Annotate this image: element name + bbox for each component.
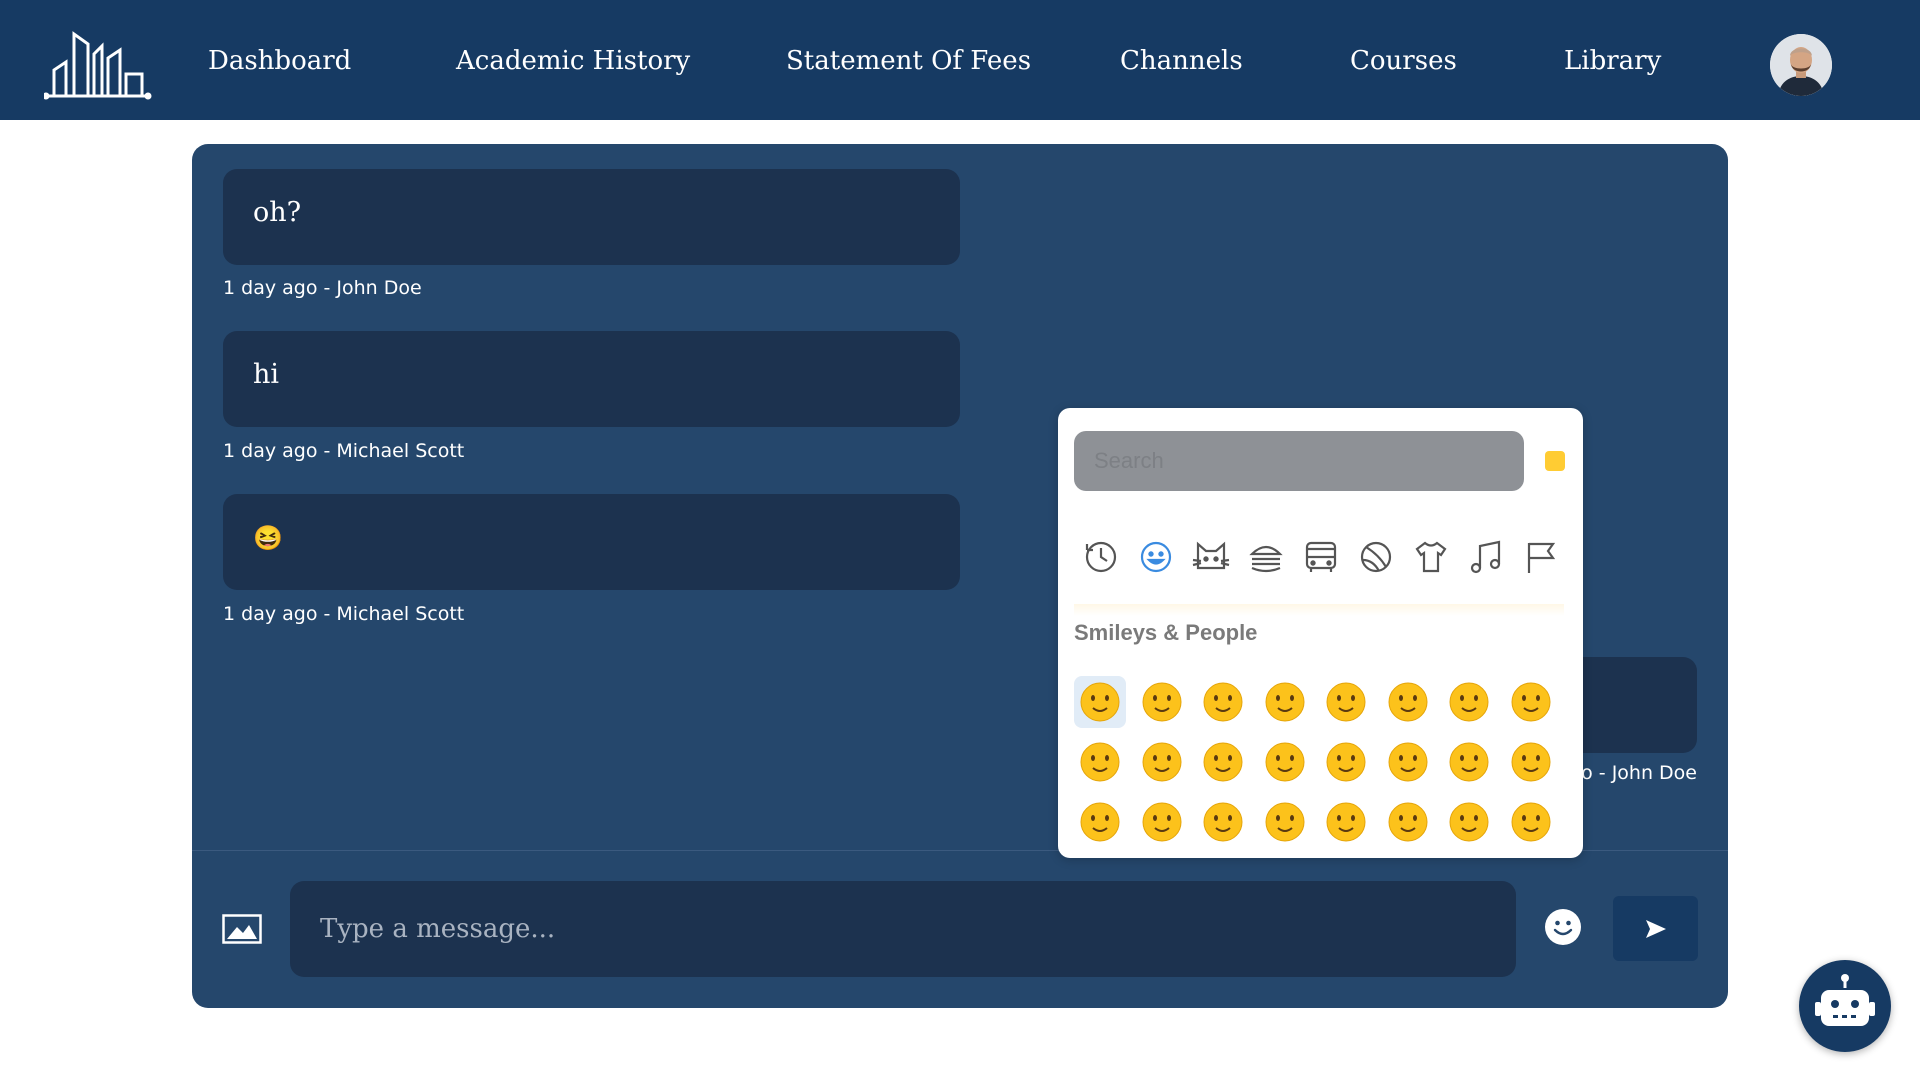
shirt-icon[interactable] (1412, 538, 1450, 576)
top-navbar: Dashboard Academic History Statement Of … (0, 0, 1920, 120)
message-meta: 1 day ago - Michael Scott (223, 440, 465, 462)
emoji-winking-tongue[interactable] (1136, 736, 1188, 788)
emoji-kissing-smiling-eyes[interactable] (1382, 676, 1434, 728)
money-mouth-icon (1326, 742, 1366, 782)
emoji-kissing-closed-eyes[interactable] (1320, 676, 1372, 728)
saluting-icon (1265, 802, 1304, 842)
message-input[interactable] (290, 881, 1516, 977)
emoji-picker: Smileys & People (1058, 408, 1583, 858)
yum-icon (1511, 682, 1550, 722)
neutral-icon (1449, 802, 1489, 842)
skin-tone-selector[interactable] (1545, 451, 1565, 471)
nav-channels[interactable]: Channels (1120, 46, 1243, 76)
message-text: oh? (253, 197, 302, 228)
raised-eyebrow-icon (1388, 802, 1427, 842)
emoji-neutral[interactable] (1443, 796, 1495, 848)
nav-courses[interactable]: Courses (1350, 46, 1457, 76)
music-note-icon[interactable] (1467, 538, 1505, 576)
emoji-shushing[interactable] (1136, 796, 1188, 848)
emoji-hand-over-mouth-open[interactable] (1505, 736, 1557, 788)
squinting-tongue-icon (1265, 742, 1304, 782)
clock-icon[interactable] (1082, 538, 1120, 576)
kissing-heart-icon (1142, 682, 1181, 722)
message-meta: 1 day ago - John Doe (223, 277, 422, 299)
emoji-zipper-mouth[interactable] (1320, 796, 1372, 848)
message-bubble: 😆 (223, 494, 960, 590)
nav-academic-history[interactable]: Academic History (456, 46, 690, 76)
hand-over-mouth-open-icon (1511, 742, 1550, 782)
tongue-out-icon (1080, 742, 1120, 782)
shushing-icon (1142, 802, 1181, 842)
smiling-blush-icon (1265, 682, 1304, 722)
scroll-fade (1074, 604, 1564, 616)
emoji-raised-eyebrow[interactable] (1382, 796, 1434, 848)
bus-icon[interactable] (1302, 538, 1340, 576)
send-icon (1645, 919, 1666, 938)
user-avatar[interactable] (1770, 34, 1832, 96)
expressionless-icon (1511, 802, 1550, 842)
message-bubble: oh? (223, 169, 960, 265)
hand-over-mouth-icon (1449, 742, 1489, 782)
emoji-thinking[interactable] (1197, 796, 1249, 848)
nav-library[interactable]: Library (1564, 46, 1661, 76)
emoji-saluting[interactable] (1259, 796, 1311, 848)
message-bubble: hi (223, 331, 960, 427)
emoji-peeking[interactable] (1074, 796, 1126, 848)
emoji-money-mouth[interactable] (1320, 736, 1372, 788)
image-icon[interactable] (222, 914, 262, 944)
smiley-icon[interactable] (1544, 908, 1582, 946)
emoji-squinting-tongue[interactable] (1259, 736, 1311, 788)
emoji-smiling-blush[interactable] (1259, 676, 1311, 728)
cat-face-icon[interactable] (1192, 538, 1230, 576)
emoji-expressionless[interactable] (1505, 796, 1557, 848)
emoji-zany[interactable] (1197, 736, 1249, 788)
emoji-search-input[interactable] (1074, 431, 1524, 491)
emoji-tongue-out[interactable] (1074, 736, 1126, 788)
emoji-kissing[interactable] (1197, 676, 1249, 728)
hugging-icon (1388, 742, 1427, 782)
kissing-icon (1203, 682, 1243, 722)
star-struck-icon (1080, 682, 1120, 722)
emoji-smiling-tear[interactable] (1443, 676, 1495, 728)
message-text: hi (253, 359, 280, 390)
message-meta: 1 day ago - Michael Scott (223, 603, 465, 625)
burger-icon[interactable] (1247, 538, 1285, 576)
winking-tongue-icon (1142, 742, 1181, 782)
send-button[interactable] (1613, 896, 1698, 961)
kissing-closed-eyes-icon (1326, 682, 1366, 722)
robot-icon[interactable] (1799, 960, 1891, 1052)
peeking-icon (1080, 802, 1120, 842)
ball-icon[interactable] (1357, 538, 1395, 576)
nav-dashboard[interactable]: Dashboard (208, 46, 351, 76)
message-emoji: 😆 (253, 524, 283, 552)
emoji-yum[interactable] (1505, 676, 1557, 728)
emoji-kissing-heart[interactable] (1136, 676, 1188, 728)
city-skyline-icon[interactable] (42, 28, 152, 100)
section-title: Smileys & People (1074, 620, 1258, 645)
flag-icon[interactable] (1522, 538, 1560, 576)
emoji-hand-over-mouth[interactable] (1443, 736, 1495, 788)
zany-icon (1203, 742, 1243, 782)
message-meta-right: o - John Doe (1581, 762, 1697, 784)
emoji-hugging[interactable] (1382, 736, 1434, 788)
smiling-tear-icon (1449, 682, 1489, 722)
zipper-mouth-icon (1326, 802, 1366, 842)
emoji-star-struck[interactable] (1074, 676, 1126, 728)
nav-statement-of-fees[interactable]: Statement Of Fees (786, 46, 1031, 76)
kissing-smiling-eyes-icon (1388, 682, 1427, 722)
thinking-icon (1203, 802, 1243, 842)
smiley-category-icon[interactable] (1137, 538, 1175, 576)
